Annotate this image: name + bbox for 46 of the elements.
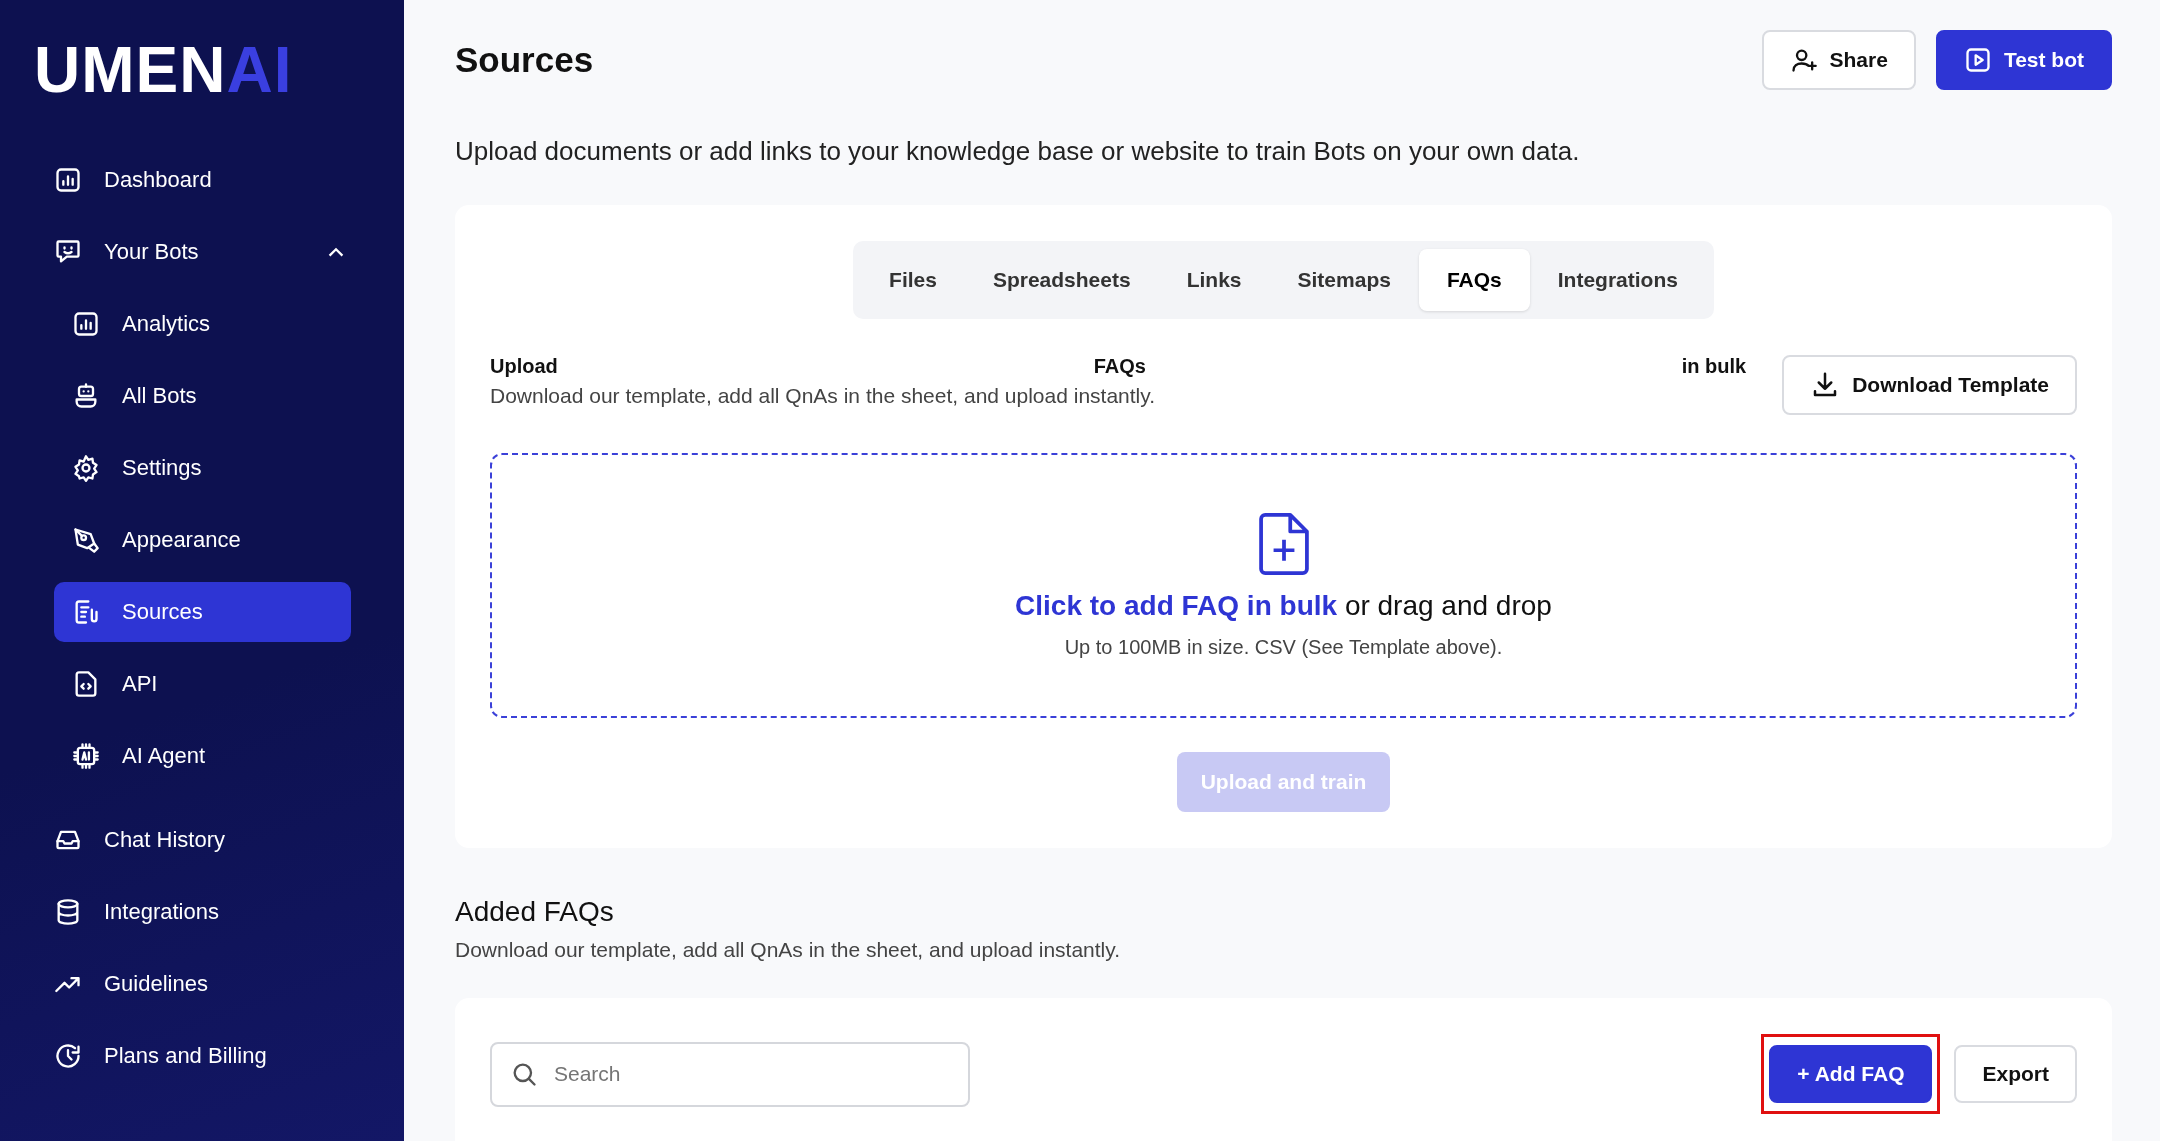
- page-title: Sources: [455, 40, 595, 80]
- tab[interactable]: Files: [861, 249, 965, 311]
- pen-nib-icon: [72, 526, 100, 554]
- search-field[interactable]: Search: [490, 1041, 970, 1107]
- test-bot-button[interactable]: Test bot: [1935, 30, 2112, 90]
- add-faq-link[interactable]: Click to add FAQ in bulk: [1015, 590, 1338, 621]
- tab[interactable]: Integrations: [1529, 249, 1706, 311]
- sidebar-item[interactable]: API: [54, 654, 351, 714]
- bar-chart-icon: [54, 166, 82, 194]
- sidebar-item[interactable]: Guidelines: [54, 954, 351, 1014]
- tab[interactable]: Links: [1158, 249, 1270, 311]
- page-description: Upload documents or add links to your knowledge base or website to train Bots on your own data.: [455, 136, 1581, 167]
- file-dropzone[interactable]: Click to add FAQ in bulk or drag and drop Up to 100MB in size. CSV (See Template above).: [490, 453, 2077, 718]
- upload-heading: in bulk: [1681, 355, 1747, 378]
- clock-refresh-icon: [54, 1042, 82, 1070]
- tab[interactable]: FAQs: [1418, 249, 1530, 311]
- add-faq-button[interactable]: + Add FAQ: [1769, 1045, 1933, 1103]
- sidebar-item[interactable]: Integrations: [54, 882, 351, 942]
- sidebar-item[interactable]: All Bots: [54, 366, 351, 426]
- export-button[interactable]: Export: [1954, 1045, 2077, 1103]
- tab[interactable]: Spreadsheets: [964, 249, 1159, 311]
- share-button[interactable]: Share: [1761, 30, 1916, 90]
- sidebar-item[interactable]: Plans and Billing: [54, 1026, 351, 1086]
- sidebar-item[interactable]: Chat History: [54, 810, 351, 870]
- sidebar-item[interactable]: AI Agent: [54, 726, 351, 786]
- upload-heading: Upload: [490, 355, 558, 378]
- download-template-button[interactable]: Download Template: [1782, 355, 2077, 415]
- sidebar-item[interactable]: Analytics: [54, 294, 351, 354]
- sidebar-item[interactable]: Your Bots: [54, 222, 351, 282]
- logo: UMENAI: [34, 35, 293, 105]
- sidebar-item[interactable]: Sources: [54, 582, 351, 642]
- section-description: Download our template, add all QnAs in the sheet, and upload instantly.: [455, 938, 1122, 962]
- dropzone-prompt: Click to add FAQ in bulk or drag and drop: [1015, 590, 1552, 622]
- play-icon: [1963, 46, 1992, 74]
- sidebar-item[interactable]: Dashboard: [54, 150, 351, 210]
- dropzone-hint: Up to 100MB in size. CSV (See Template above).: [1064, 636, 1503, 659]
- upload-heading: FAQs: [1093, 355, 1146, 378]
- ai-chip-icon: [72, 742, 100, 770]
- tab[interactable]: Sitemaps: [1269, 249, 1419, 311]
- sidebar-item[interactable]: Appearance: [54, 510, 351, 570]
- file-add-icon: [1258, 512, 1309, 576]
- upload-description: Download our template, add all QnAs in the sheet, and upload instantly.: [490, 384, 1157, 408]
- sidebar-item[interactable]: Settings: [54, 438, 351, 498]
- section-title: Added FAQs: [455, 896, 615, 928]
- settings-icon: [72, 454, 100, 482]
- bar-chart-icon: [72, 310, 100, 338]
